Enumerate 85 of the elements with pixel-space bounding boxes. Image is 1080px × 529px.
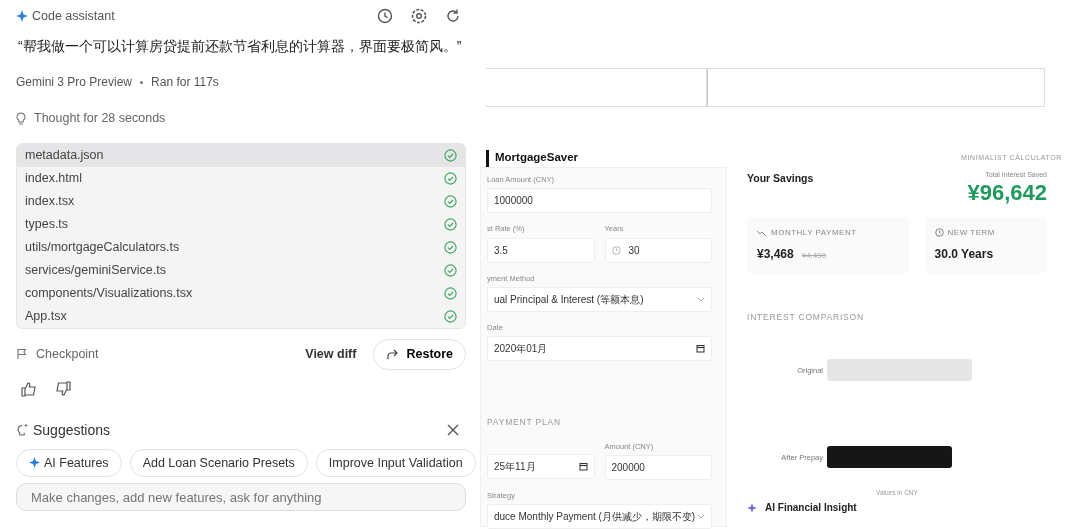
- file-row[interactable]: types.ts: [17, 212, 465, 236]
- input-field[interactable]: 25年11月: [487, 453, 595, 479]
- stat-label: NEW TERM: [947, 226, 995, 239]
- clock-icon: [611, 245, 621, 255]
- input-field[interactable]: 30: [604, 237, 712, 263]
- field-value: ual Principal & Interest (等额本息): [494, 292, 644, 307]
- input-field[interactable]: 200000: [604, 455, 712, 480]
- chevron-down-icon: [697, 296, 705, 302]
- thumbs-up-icon: [21, 380, 37, 397]
- thumbs-down-icon: [55, 380, 71, 397]
- file-row[interactable]: index.html: [17, 166, 465, 190]
- suggestions-title: Suggestions: [33, 420, 111, 440]
- lightbulb-sparkle-icon: [16, 423, 29, 437]
- field-value: 30: [628, 243, 640, 258]
- file-name: services/geminiService.ts: [25, 261, 166, 279]
- file-name: index.tsx: [25, 192, 75, 210]
- file-name: types.ts: [25, 215, 69, 233]
- suggestion-chip[interactable]: AI Features: [16, 448, 122, 478]
- file-name: utils/mortgageCalculators.ts: [25, 238, 180, 256]
- panel-title: Code assistant: [32, 7, 115, 25]
- file-name: components/Visualizations.tsx: [25, 284, 193, 302]
- history-button[interactable]: [376, 7, 394, 25]
- stat-value: ¥3,468: [757, 245, 794, 263]
- separator-dot: [140, 80, 144, 84]
- thought-duration[interactable]: Thought for 28 seconds: [34, 109, 166, 128]
- flag-icon: [16, 348, 28, 361]
- toolbar-field[interactable]: [707, 68, 1045, 107]
- run-time: Ran for 117s: [151, 74, 219, 91]
- input-field[interactable]: 3.5: [487, 237, 595, 263]
- toolbar-field[interactable]: [486, 68, 707, 107]
- refresh-button[interactable]: [444, 7, 462, 25]
- thumbs-up-button[interactable]: [20, 379, 38, 398]
- input-field[interactable]: 2020年01月: [487, 336, 712, 361]
- lightbulb-icon: [16, 111, 26, 125]
- chevron-down-icon: [697, 514, 705, 520]
- suggestion-chip[interactable]: Improve Input Validation: [315, 448, 476, 478]
- checkpoint-label: Checkpoint: [36, 345, 99, 363]
- file-row[interactable]: index.tsx: [17, 189, 465, 213]
- sparkle-icon: [747, 502, 757, 513]
- stat-value: 30.0 Years: [934, 245, 994, 263]
- section-title: PAYMENT PLAN: [487, 416, 562, 429]
- file-name: App.tsx: [25, 307, 67, 325]
- file-row[interactable]: App.tsx: [17, 304, 465, 328]
- settings-icon: [410, 7, 428, 25]
- app-name: MortgageSaver: [495, 150, 579, 166]
- file-name: metadata.json: [25, 146, 104, 164]
- savings-title: Your Savings: [747, 171, 814, 186]
- calendar-icon: [696, 344, 705, 353]
- field-value: duce Monthly Payment (月供减少，期限不变): [494, 510, 696, 525]
- insight-title: AI Financial Insight: [765, 501, 857, 516]
- sparkle-icon: [16, 10, 28, 22]
- section-title: INTEREST COMPARISON: [747, 310, 865, 324]
- restore-button[interactable]: Restore: [373, 338, 466, 370]
- stat-label: MONTHLY PAYMENT: [771, 226, 857, 239]
- field-value: 2020年01月: [494, 342, 548, 356]
- previous-value: ¥4,490: [801, 249, 827, 262]
- model-name: Gemini 3 Pro Preview: [16, 74, 133, 91]
- history-icon: [376, 7, 394, 25]
- field-value: 1000000: [494, 194, 533, 209]
- input-field[interactable]: 1000000: [487, 188, 712, 214]
- field-value: 25年11月: [494, 459, 536, 474]
- prompt-input[interactable]: Make changes, add new features, ask for anything: [16, 483, 466, 512]
- select-field[interactable]: duce Monthly Payment (月供减少，期限不变): [487, 504, 712, 529]
- logo-bar: [486, 149, 489, 167]
- file-row[interactable]: components/Visualizations.tsx: [17, 281, 465, 305]
- file-row[interactable]: utils/mortgageCalculators.ts: [17, 235, 465, 259]
- file-name: index.html: [25, 169, 82, 187]
- settings-button[interactable]: [410, 7, 428, 25]
- suggestion-chip[interactable]: Add Loan Scenario Presets: [129, 448, 308, 478]
- sparkle-icon: [29, 457, 40, 469]
- field-value: 3.5: [494, 243, 508, 258]
- close-icon: [447, 424, 459, 436]
- prompt-text: “帮我做一个可以计算房贷提前还款节省利息的计算器，界面要极简风。”: [18, 37, 463, 56]
- view-diff-button[interactable]: View diff: [304, 343, 358, 365]
- clock-icon: [934, 228, 944, 238]
- refresh-icon: [444, 7, 462, 25]
- restore-arrow-icon: [386, 348, 399, 360]
- thumbs-down-button[interactable]: [54, 379, 72, 398]
- calendar-icon: [578, 461, 588, 471]
- field-value: 200000: [611, 461, 645, 475]
- select-field[interactable]: ual Principal & Interest (等额本息): [487, 286, 712, 312]
- file-row[interactable]: metadata.json: [17, 143, 465, 167]
- file-row[interactable]: services/geminiService.ts: [17, 258, 465, 282]
- total-saved: ¥96,642: [967, 180, 1047, 205]
- trend-down-icon: [757, 228, 767, 237]
